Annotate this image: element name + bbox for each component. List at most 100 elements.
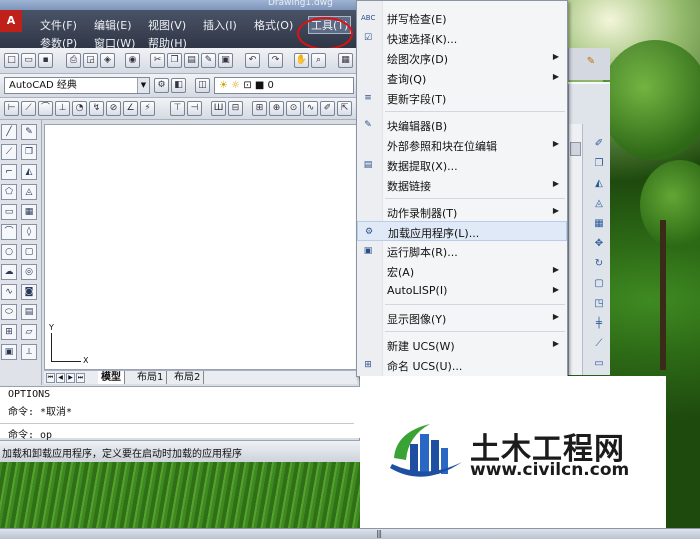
scale-icon[interactable]: ◎ xyxy=(21,264,37,280)
inspection-icon[interactable]: ⊙ xyxy=(286,101,301,116)
next-tab-icon[interactable]: ▶ xyxy=(66,373,75,383)
save-icon[interactable]: ▪ xyxy=(38,53,53,68)
tab-layout1[interactable]: 布局1 xyxy=(134,371,168,384)
diameter-dimension-icon[interactable]: ⊘ xyxy=(106,101,121,116)
menu-format[interactable]: 格式(O) xyxy=(254,17,293,33)
new-file-icon[interactable]: □ xyxy=(4,53,19,68)
dimension-edit-icon[interactable]: ✐ xyxy=(320,101,335,116)
baseline-dimension-icon[interactable]: ⊤ xyxy=(170,101,185,116)
scrollbar-thumb[interactable] xyxy=(570,142,581,156)
menu-item-inquiry[interactable]: 查询(Q) ▶ xyxy=(357,68,567,88)
jogged-dimension-icon[interactable]: ↯ xyxy=(89,101,104,116)
stretch-tool-icon[interactable]: ◳ xyxy=(591,296,607,312)
ordinate-dimension-icon[interactable]: ⊥ xyxy=(55,101,70,116)
offset-icon[interactable]: ◬ xyxy=(21,184,37,200)
line-icon[interactable]: ╱ xyxy=(1,124,17,140)
menu-view[interactable]: 视图(V) xyxy=(148,17,186,33)
extend-tool-icon[interactable]: ⟋ xyxy=(591,336,607,352)
menu-item-draw-order[interactable]: 绘图次序(D) ▶ xyxy=(357,48,567,68)
rotate-tool-icon[interactable]: ↻ xyxy=(591,256,607,272)
dimension-text-edit-icon[interactable]: ⇱ xyxy=(337,101,352,116)
array-icon[interactable]: ▦ xyxy=(21,204,37,220)
trim-icon[interactable]: ▤ xyxy=(21,304,37,320)
polyline-icon[interactable]: ⌐ xyxy=(1,164,17,180)
menu-item-data-links[interactable]: 数据链接 ▶ xyxy=(357,175,567,195)
move-icon[interactable]: ◊ xyxy=(21,224,37,240)
taskbar-grip-icon[interactable]: ||| xyxy=(376,529,382,538)
menu-item-xref-edit[interactable]: 外部参照和块在位编辑 ▶ xyxy=(357,135,567,155)
tolerance-icon[interactable]: ⊞ xyxy=(252,101,267,116)
menu-item-new-ucs[interactable]: 新建 UCS(W) ▶ xyxy=(357,335,567,355)
3d-dwf-icon[interactable]: ◉ xyxy=(125,53,140,68)
menu-item-block-editor[interactable]: ✎ 块编辑器(B) xyxy=(357,115,567,135)
menu-item-data-extraction[interactable]: ▤ 数据提取(X)... xyxy=(357,155,567,175)
layer-manager-icon[interactable]: ◫ xyxy=(195,78,210,93)
zoom-realtime-icon[interactable]: ⌕ xyxy=(311,53,326,68)
open-file-icon[interactable]: ▭ xyxy=(21,53,36,68)
center-mark-icon[interactable]: ⊕ xyxy=(269,101,284,116)
tab-layout2[interactable]: 布局2 xyxy=(171,371,205,384)
scale-tool-icon[interactable]: ▢ xyxy=(591,276,607,292)
workspace-lock-icon[interactable]: ◧ xyxy=(171,78,186,93)
autocad-logo-icon[interactable]: A xyxy=(0,10,22,32)
menu-item-run-script[interactable]: ▣ 运行脚本(R)... xyxy=(357,241,567,261)
dimension-break-icon[interactable]: ⊟ xyxy=(228,101,243,116)
print-icon[interactable]: ⎙ xyxy=(66,53,81,68)
menu-item-action-recorder[interactable]: 动作录制器(T) ▶ xyxy=(357,202,567,222)
polygon-icon[interactable]: ⬠ xyxy=(1,184,17,200)
jogged-linear-icon[interactable]: ∿ xyxy=(303,101,318,116)
dimension-space-icon[interactable]: Ш xyxy=(211,101,226,116)
make-block-icon[interactable]: ▣ xyxy=(1,344,17,360)
menu-item-autolisp[interactable]: AutoLISP(I) ▶ xyxy=(357,281,567,301)
chevron-down-icon[interactable]: ▼ xyxy=(137,78,149,93)
pan-icon[interactable]: ✋ xyxy=(294,53,309,68)
break-icon[interactable]: ⟂ xyxy=(21,344,37,360)
drawing-canvas[interactable]: Y X xyxy=(44,124,357,370)
circle-icon[interactable]: ○ xyxy=(1,244,17,260)
insert-block-icon[interactable]: ⊞ xyxy=(1,324,17,340)
extend-icon[interactable]: ▱ xyxy=(21,324,37,340)
continue-dimension-icon[interactable]: ⊣ xyxy=(187,101,202,116)
rectangle-icon[interactable]: ▭ xyxy=(1,204,17,220)
angular-dimension-icon[interactable]: ∠ xyxy=(123,101,138,116)
redo-icon[interactable]: ↷ xyxy=(268,53,283,68)
menu-insert[interactable]: 插入(I) xyxy=(203,17,237,33)
print-preview-icon[interactable]: ◲ xyxy=(83,53,98,68)
menu-item-spell-check[interactable]: ABC 拼写检查(E) xyxy=(357,8,567,28)
arc-length-icon[interactable]: ⌒ xyxy=(38,101,53,116)
menu-item-display-image[interactable]: 显示图像(Y) ▶ xyxy=(357,308,567,328)
mirror-tool-icon[interactable]: ◭ xyxy=(591,176,607,192)
construction-line-icon[interactable]: ⟋ xyxy=(1,144,17,160)
spline-icon[interactable]: ∿ xyxy=(1,284,17,300)
first-tab-icon[interactable]: ⏮ xyxy=(46,373,55,383)
menu-item-load-application[interactable]: ⚙ 加载应用程序(L)... xyxy=(357,221,567,241)
copy-object-icon[interactable]: ❐ xyxy=(21,144,37,160)
block-editor-icon[interactable]: ▣ xyxy=(218,53,233,68)
copy-icon[interactable]: ❐ xyxy=(167,53,182,68)
trim-tool-icon[interactable]: ╪ xyxy=(591,316,607,332)
arc-icon[interactable]: ⌒ xyxy=(1,224,17,240)
aligned-dimension-icon[interactable]: ⟋ xyxy=(21,101,36,116)
ellipse-icon[interactable]: ⬭ xyxy=(1,304,17,320)
erase-tool-icon[interactable]: ✐ xyxy=(591,136,607,152)
publish-icon[interactable]: ◈ xyxy=(100,53,115,68)
revision-cloud-icon[interactable]: ☁ xyxy=(1,264,17,280)
prev-tab-icon[interactable]: ◀ xyxy=(56,373,65,383)
radius-dimension-icon[interactable]: ◔ xyxy=(72,101,87,116)
menu-item-update-fields[interactable]: ≡ 更新字段(T) xyxy=(357,88,567,108)
tab-model[interactable]: 模型 xyxy=(98,371,125,384)
last-tab-icon[interactable]: ⏭ xyxy=(76,373,85,383)
mirror-icon[interactable]: ◭ xyxy=(21,164,37,180)
copy-tool-icon[interactable]: ❐ xyxy=(591,156,607,172)
rotate-icon[interactable]: ▢ xyxy=(21,244,37,260)
linear-dimension-icon[interactable]: ⊢ xyxy=(4,101,19,116)
stretch-icon[interactable]: ◙ xyxy=(21,284,37,300)
break-tool-icon[interactable]: ▭ xyxy=(591,356,607,372)
command-input[interactable]: 命令: op xyxy=(8,426,52,441)
array-tool-icon[interactable]: ▦ xyxy=(591,216,607,232)
move-tool-icon[interactable]: ✥ xyxy=(591,236,607,252)
layer-select[interactable]: ☀ ☼ ⊡ ■ 0 xyxy=(214,77,354,94)
properties-icon[interactable]: ▦ xyxy=(338,53,353,68)
menu-file[interactable]: 文件(F) xyxy=(40,17,77,33)
match-properties-icon[interactable]: ✎ xyxy=(201,53,216,68)
